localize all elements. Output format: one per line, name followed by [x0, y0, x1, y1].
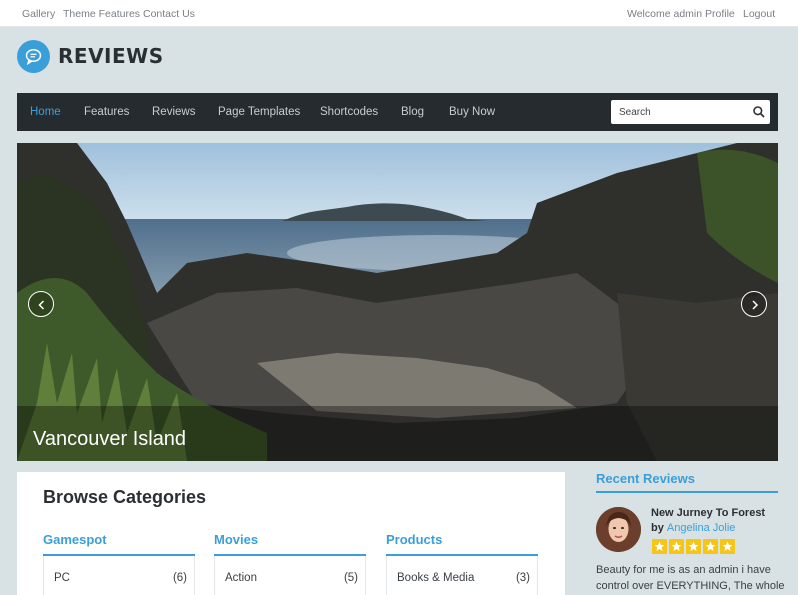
star-icon [720, 539, 735, 554]
main-nav: Home Features Reviews Page Templates Sho… [17, 93, 778, 131]
nav-item-blog[interactable]: Blog [401, 93, 424, 131]
category-item[interactable]: Books & Media (3) [397, 572, 530, 584]
star-icon [669, 539, 684, 554]
search-box [611, 100, 770, 124]
review-by-label: by [651, 522, 664, 534]
nav-item-reviews[interactable]: Reviews [152, 93, 195, 131]
category-column-title[interactable]: Movies [214, 532, 258, 547]
nav-item-features[interactable]: Features [84, 93, 129, 131]
review-title[interactable]: New Jurney To Forest [651, 507, 765, 519]
hero-slider: Vancouver Island [17, 143, 778, 461]
browse-categories-title: Browse Categories [43, 487, 207, 507]
topbar-welcome-text: Welcome admin [627, 8, 703, 20]
browse-categories-panel: Browse Categories Gamespot PC (6) Movies… [17, 472, 565, 595]
category-item-name: Books & Media [397, 572, 475, 584]
nav-item-buy-now[interactable]: Buy Now [449, 93, 495, 131]
topbar-link-profile[interactable]: Profile [705, 8, 735, 20]
chevron-right-icon [752, 300, 759, 310]
category-item-count: (6) [172, 572, 187, 584]
site-title: REVIEWS [58, 44, 164, 68]
avatar[interactable] [596, 507, 641, 552]
topbar-link-theme-features[interactable]: Theme Features [63, 8, 140, 20]
search-input[interactable] [611, 100, 746, 124]
nav-item-home[interactable]: Home [30, 93, 61, 131]
search-icon[interactable] [752, 105, 766, 119]
nav-item-shortcodes[interactable]: Shortcodes [320, 93, 378, 131]
sidebar-divider [596, 491, 778, 493]
category-list: Action (5) [214, 556, 366, 595]
recent-reviews-title: Recent Reviews [596, 471, 695, 486]
category-item[interactable]: Action (5) [225, 572, 358, 584]
slide-caption: Vancouver Island [33, 428, 187, 450]
top-bar: Gallery Theme Features Contact Us Welcom… [0, 0, 798, 27]
category-list: PC (6) [43, 556, 195, 595]
category-column-title[interactable]: Products [386, 532, 442, 547]
slider-prev-button[interactable] [28, 291, 54, 317]
category-item-name: Action [225, 572, 257, 584]
star-icon [652, 539, 667, 554]
category-item-name: PC [54, 572, 70, 584]
category-item[interactable]: PC (6) [54, 572, 187, 584]
review-author-link[interactable]: Angelina Jolie [667, 522, 736, 534]
category-column-title[interactable]: Gamespot [43, 532, 107, 547]
topbar-link-contact-us[interactable]: Contact Us [143, 8, 195, 20]
star-icon [686, 539, 701, 554]
review-byline: by Angelina Jolie [651, 522, 735, 534]
topbar-link-gallery[interactable]: Gallery [22, 8, 55, 20]
star-icon [703, 539, 718, 554]
speech-bubble-icon [17, 40, 50, 73]
chevron-left-icon [38, 300, 45, 310]
nav-item-page-templates[interactable]: Page Templates [218, 93, 300, 131]
category-list: Books & Media (3) [386, 556, 538, 595]
category-item-count: (5) [343, 572, 358, 584]
review-excerpt: Beauty for me is as an admin i have cont… [596, 564, 785, 592]
category-item-count: (3) [515, 572, 530, 584]
slider-next-button[interactable] [741, 291, 767, 317]
topbar-link-logout[interactable]: Logout [743, 8, 775, 20]
